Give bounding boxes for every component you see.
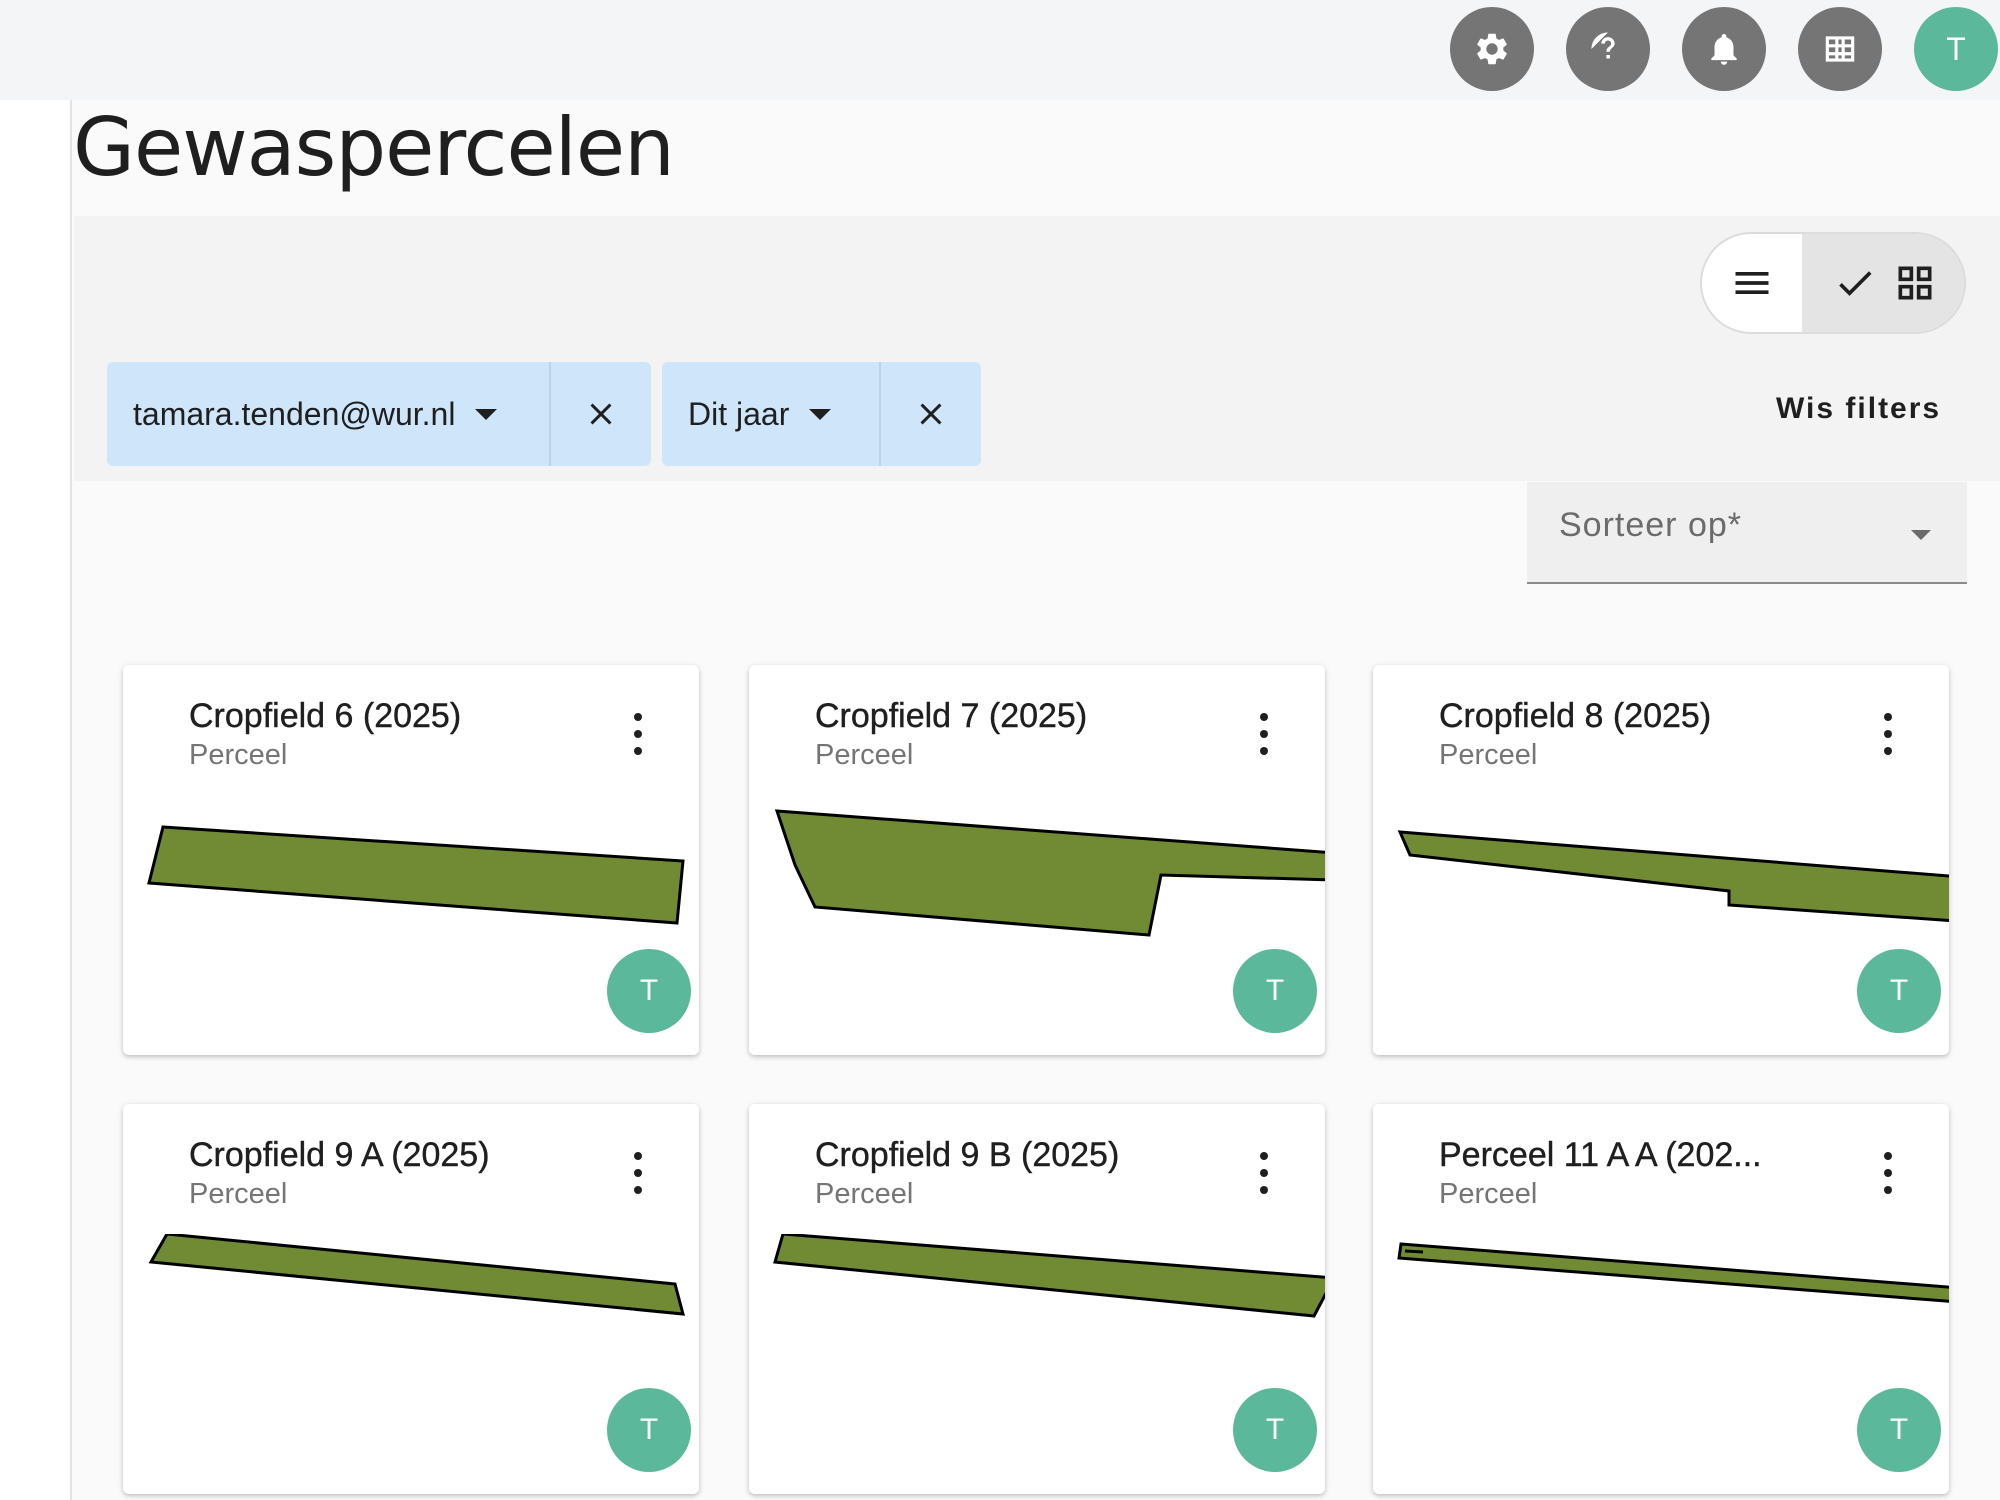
side-rail	[0, 100, 72, 1500]
chevron-down-icon	[809, 408, 832, 420]
notifications-icon	[1711, 33, 1737, 65]
card-menu-button[interactable]	[623, 1148, 653, 1198]
filter-chip-user: tamara.tenden@wur.nl	[107, 362, 651, 466]
card-subtitle: Perceel	[189, 739, 288, 771]
card-subtitle: Perceel	[815, 1178, 914, 1210]
chevron-down-icon	[1911, 530, 1931, 540]
filter-chip-user-remove[interactable]	[549, 362, 651, 466]
grid-icon	[1898, 266, 1932, 300]
filter-chip-label: Dit jaar	[688, 395, 790, 432]
more-vert-icon	[634, 713, 642, 721]
filter-chip-period-dropdown[interactable]: Dit jaar	[662, 362, 879, 466]
check-icon	[1839, 271, 1872, 296]
card-menu-button[interactable]	[1249, 1148, 1279, 1198]
card-title: Cropfield 8 (2025)	[1439, 697, 1712, 735]
field-card[interactable]: Perceel 11 A A (202... Perceel T	[1373, 1104, 1949, 1494]
settings-icon	[1477, 33, 1507, 65]
page-title: Gewaspercelen	[73, 101, 675, 194]
owner-avatar: T	[607, 949, 691, 1033]
list-view-button[interactable]	[1702, 234, 1802, 332]
field-card[interactable]: Cropfield 9 A (2025) Perceel T	[123, 1104, 699, 1494]
close-icon	[590, 403, 612, 425]
card-menu-button[interactable]	[623, 709, 653, 759]
owner-avatar: T	[1233, 1388, 1317, 1472]
field-card[interactable]: Cropfield 8 (2025) Perceel T	[1373, 665, 1949, 1055]
card-subtitle: Perceel	[189, 1178, 288, 1210]
sort-label: Sorteer op*	[1559, 506, 1742, 544]
more-vert-icon	[1884, 713, 1892, 721]
view-toggle	[1700, 232, 1966, 334]
field-card[interactable]: Cropfield 7 (2025) Perceel T	[749, 665, 1325, 1055]
more-vert-icon	[1884, 1152, 1892, 1160]
card-title: Cropfield 9 B (2025)	[815, 1136, 1120, 1174]
field-card[interactable]: Cropfield 9 B (2025) Perceel T	[749, 1104, 1325, 1494]
filter-chip-user-dropdown[interactable]: tamara.tenden@wur.nl	[107, 362, 549, 466]
grid-view-button[interactable]	[1802, 234, 1964, 332]
card-menu-button[interactable]	[1873, 1148, 1903, 1198]
owner-avatar: T	[1857, 1388, 1941, 1472]
chevron-down-icon	[475, 408, 498, 420]
more-vert-icon	[1260, 1152, 1268, 1160]
user-avatar[interactable]: T	[1914, 7, 1998, 91]
more-vert-icon	[1260, 713, 1268, 721]
notifications-button[interactable]	[1682, 7, 1766, 91]
owner-avatar: T	[1857, 949, 1941, 1033]
card-menu-button[interactable]	[1873, 709, 1903, 759]
owner-avatar: T	[1233, 949, 1317, 1033]
clear-filters-button[interactable]: Wis filters	[1776, 392, 1941, 426]
owner-avatar: T	[607, 1388, 691, 1472]
sort-select[interactable]: Sorteer op*	[1527, 482, 1967, 584]
filter-chip-period: Dit jaar	[662, 362, 981, 466]
settings-button[interactable]	[1450, 7, 1534, 91]
apps-button[interactable]	[1798, 7, 1882, 91]
apps-grid-icon	[1825, 36, 1855, 62]
help-button[interactable]	[1566, 7, 1650, 91]
card-title: Cropfield 7 (2025)	[815, 697, 1088, 735]
card-subtitle: Perceel	[815, 739, 914, 771]
card-subtitle: Perceel	[1439, 739, 1538, 771]
help-icon	[1591, 32, 1615, 59]
close-icon	[920, 403, 942, 425]
card-title: Perceel 11 A A (202...	[1439, 1136, 1762, 1174]
list-icon	[1735, 272, 1769, 294]
card-menu-button[interactable]	[1249, 709, 1279, 759]
more-vert-icon	[634, 1152, 642, 1160]
filter-chip-label: tamara.tenden@wur.nl	[133, 395, 456, 432]
field-card[interactable]: Cropfield 6 (2025) Perceel T	[123, 665, 699, 1055]
card-title: Cropfield 6 (2025)	[189, 697, 462, 735]
filter-chip-period-remove[interactable]	[879, 362, 981, 466]
card-title: Cropfield 9 A (2025)	[189, 1136, 490, 1174]
card-subtitle: Perceel	[1439, 1178, 1538, 1210]
